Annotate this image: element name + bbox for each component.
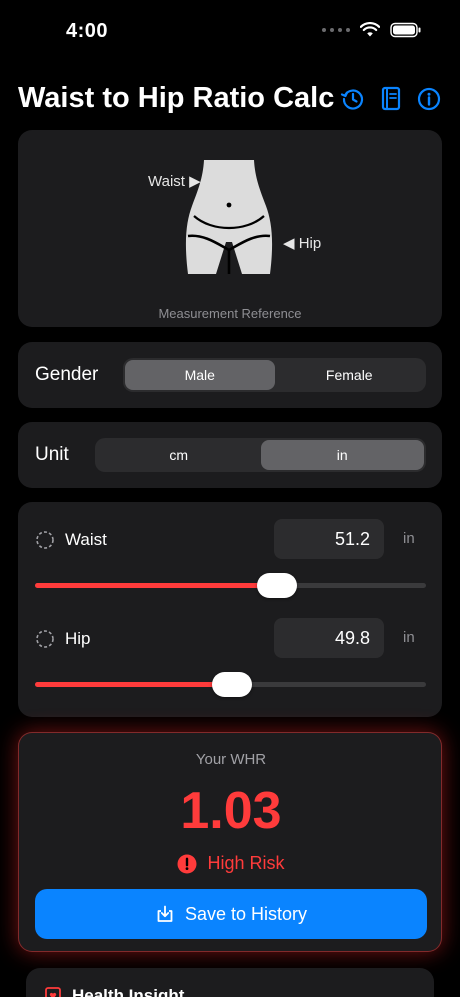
hip-reference-label: ◀ Hip (283, 235, 322, 252)
gender-card: Gender Male Female (18, 342, 442, 408)
battery-icon (390, 22, 421, 38)
unit-option-in[interactable]: in (260, 440, 424, 470)
waist-label: Waist (65, 530, 107, 549)
save-button-label: Save to History (184, 903, 308, 924)
unit-option-cm[interactable]: cm (97, 440, 261, 470)
unit-segmented-control: cm in (95, 438, 426, 472)
unit-card: Unit cm in (18, 422, 442, 488)
waist-slider-thumb[interactable] (257, 573, 297, 598)
header: Waist to Hip Ratio Calc (18, 80, 448, 120)
measurement-reference-card: Waist ▶ ◀ Hip Measurement Reference (18, 130, 442, 327)
hip-row: Hip in (18, 618, 442, 658)
hip-label: Hip (65, 629, 91, 648)
history-button[interactable] (340, 86, 366, 112)
status-bar: 4:00 (0, 0, 460, 60)
risk-label: High Risk (207, 853, 285, 873)
warning-icon (177, 854, 197, 873)
gender-label: Gender (35, 364, 99, 385)
gender-option-female[interactable]: Female (275, 360, 425, 390)
gender-option-male[interactable]: Male (125, 360, 275, 390)
waist-ring-icon (36, 531, 54, 549)
heart-card-icon (45, 987, 61, 997)
header-actions (340, 86, 442, 112)
book-icon (381, 86, 401, 111)
risk-indicator: High Risk (19, 853, 443, 874)
hip-input[interactable] (274, 618, 384, 658)
status-icons (322, 22, 422, 38)
hip-slider[interactable] (35, 669, 426, 699)
health-insight-card[interactable]: Health Insight (26, 968, 434, 997)
hip-slider-thumb[interactable] (212, 672, 252, 697)
waist-slider[interactable] (35, 570, 426, 600)
waist-unit: in (403, 530, 415, 547)
waist-row: Waist in (18, 519, 442, 559)
waist-slider-fill (35, 583, 277, 588)
hip-ring-icon (36, 630, 54, 648)
hip-slider-fill (35, 682, 232, 687)
gender-segmented-control: Male Female (123, 358, 426, 392)
insight-title: Health Insight (72, 986, 185, 997)
waist-reference-label: Waist ▶ (148, 173, 201, 190)
hip-unit: in (403, 629, 415, 646)
save-to-history-button[interactable]: Save to History (35, 889, 427, 939)
result-label: Your WHR (195, 751, 267, 768)
signal-dots-icon (322, 28, 350, 32)
whr-value: 1.03 (180, 782, 282, 840)
illustration-caption: Measurement Reference (158, 306, 302, 321)
info-button[interactable] (416, 86, 442, 112)
status-time: 4:00 (66, 20, 109, 42)
wifi-icon (360, 22, 380, 37)
page-title: Waist to Hip Ratio Calc (18, 82, 335, 114)
info-icon (417, 87, 441, 111)
result-card: Your WHR 1.03 High Risk Save to History (18, 732, 442, 952)
save-icon (157, 905, 173, 922)
history-icon (340, 89, 364, 110)
waist-input[interactable] (274, 519, 384, 559)
guide-button[interactable] (378, 86, 404, 112)
measurements-card: Waist in Hip in (18, 502, 442, 717)
unit-label: Unit (35, 444, 69, 465)
